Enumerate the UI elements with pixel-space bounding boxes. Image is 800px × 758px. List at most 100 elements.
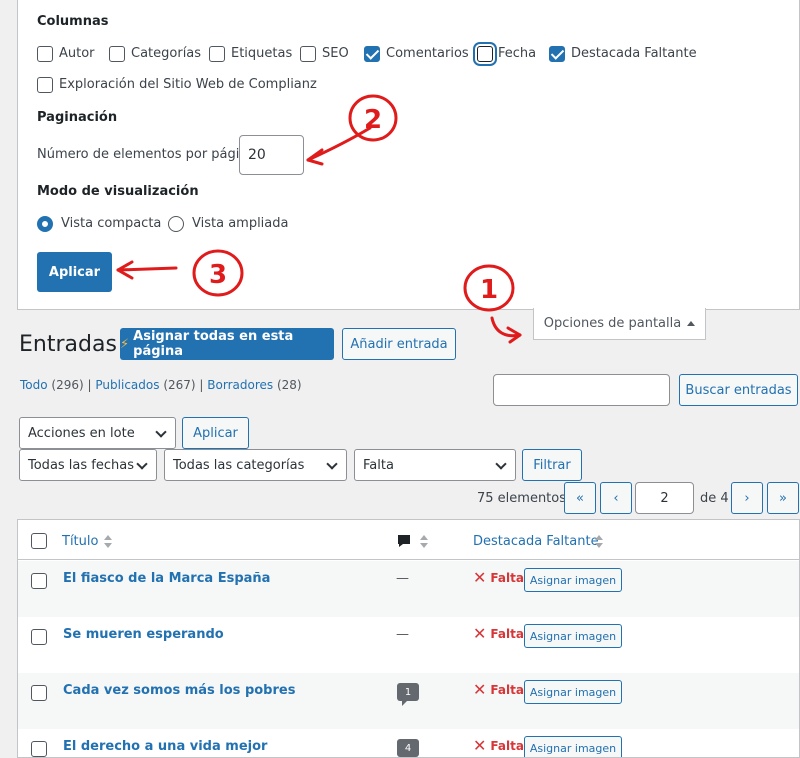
post-title-link[interactable]: Cada vez somos más los pobres <box>63 683 295 698</box>
separator: | <box>87 378 92 392</box>
categories-filter-value: Todas las categorías <box>173 457 305 473</box>
label-compact: Vista compacta <box>61 216 162 231</box>
status-filter-links: Todo (296) | Publicados (267) | Borrador… <box>20 378 302 392</box>
close-icon: ✕ <box>473 624 487 643</box>
screen-options-tab[interactable]: Opciones de pantalla <box>533 308 706 340</box>
missing-status-text: Falta <box>490 627 524 641</box>
missing-status: ✕ Falta <box>473 570 524 586</box>
filter-published-link[interactable]: Publicados <box>95 378 159 392</box>
checkbox-seo[interactable] <box>300 46 316 62</box>
lightning-icon: ⚡ <box>120 336 130 352</box>
row-checkbox[interactable] <box>31 573 47 589</box>
current-page-input[interactable]: 2 <box>635 482 694 514</box>
prev-page-button[interactable]: ‹ <box>600 482 632 514</box>
label-fecha: Fecha <box>498 46 537 61</box>
filter-drafts-link[interactable]: Borradores <box>207 378 273 392</box>
row-checkbox[interactable] <box>31 629 47 645</box>
label-seo: SEO <box>322 46 349 61</box>
close-icon: ✕ <box>473 568 487 587</box>
triangle-up-icon <box>687 321 696 326</box>
filter-all-count: (296) <box>51 378 84 392</box>
first-page-button[interactable]: « <box>564 482 596 514</box>
comments-bubble[interactable]: 4 <box>397 739 419 757</box>
chevron-down-icon <box>136 458 148 470</box>
label-complianz: Exploración del Sitio Web de Complianz <box>59 77 317 92</box>
post-title-link[interactable]: El fiasco de la Marca España <box>63 571 270 586</box>
last-page-button[interactable]: » <box>767 482 799 514</box>
missing-filter-value: Falta <box>363 457 394 473</box>
chevron-down-icon <box>326 458 338 470</box>
select-all-checkbox[interactable] <box>31 533 47 549</box>
row-checkbox[interactable] <box>31 685 47 701</box>
missing-status: ✕ Falta <box>473 682 524 698</box>
search-button[interactable]: Buscar entradas <box>679 374 798 406</box>
label-extended: Vista ampliada <box>192 216 289 231</box>
label-autor: Autor <box>59 46 95 61</box>
screen-options-tab-label: Opciones de pantalla <box>543 316 682 331</box>
label-etiquetas: Etiquetas <box>231 46 293 61</box>
comments-count: — <box>396 627 409 642</box>
screen-options-apply-button[interactable]: Aplicar <box>37 252 112 292</box>
radio-compact[interactable] <box>37 216 53 232</box>
radio-extended[interactable] <box>168 216 184 232</box>
checkbox-etiquetas[interactable] <box>209 46 225 62</box>
label-comentarios: Comentarios <box>386 46 469 61</box>
post-title-link[interactable]: El derecho a una vida mejor <box>63 739 267 754</box>
sort-icon <box>595 535 603 549</box>
bulk-actions-value: Acciones en lote <box>28 425 135 441</box>
label-categorias: Categorías <box>131 46 202 61</box>
posts-table: Título Destacada Faltante El fiasco de l… <box>17 519 800 758</box>
dates-filter-value: Todas las fechas <box>28 457 134 473</box>
column-title-header[interactable]: Título <box>62 534 98 549</box>
search-input[interactable] <box>493 374 670 406</box>
per-page-input[interactable]: 20 <box>239 135 304 175</box>
assign-image-button[interactable]: Asignar imagen <box>524 624 622 648</box>
missing-status-text: Falta <box>490 683 524 697</box>
filter-all-link[interactable]: Todo <box>20 378 48 392</box>
filter-published-count: (267) <box>163 378 196 392</box>
table-header: Título Destacada Faltante <box>18 520 799 560</box>
missing-filter-select[interactable]: Falta <box>354 449 516 481</box>
close-icon: ✕ <box>473 736 487 755</box>
dates-filter-select[interactable]: Todas las fechas <box>19 449 157 481</box>
next-page-button[interactable]: › <box>731 482 763 514</box>
missing-status-text: Falta <box>490 739 524 753</box>
missing-status-text: Falta <box>490 571 524 585</box>
table-row: El fiasco de la Marca España — ✕ Falta As… <box>18 561 799 617</box>
comment-icon[interactable] <box>397 534 411 548</box>
bulk-apply-button[interactable]: Aplicar <box>182 417 249 449</box>
total-pages-label: de 4 <box>700 491 729 506</box>
checkbox-complianz[interactable] <box>37 77 53 93</box>
categories-filter-select[interactable]: Todas las categorías <box>164 449 347 481</box>
assign-image-button[interactable]: Asignar imagen <box>524 568 622 592</box>
table-row: El derecho a una vida mejor 4 ✕ Falta Asi… <box>18 729 799 757</box>
row-checkbox[interactable] <box>31 741 47 757</box>
missing-status: ✕ Falta <box>473 738 524 754</box>
comments-count: — <box>396 571 409 586</box>
page-title: Entradas <box>19 332 117 357</box>
assign-image-button[interactable]: Asignar imagen <box>524 736 622 757</box>
checkbox-destacada-faltante[interactable] <box>549 46 565 62</box>
chevron-down-icon <box>495 458 507 470</box>
checkbox-autor[interactable] <box>37 46 53 62</box>
checkbox-categorias[interactable] <box>109 46 125 62</box>
column-featured-header[interactable]: Destacada Faltante <box>473 534 599 549</box>
chevron-down-icon <box>155 426 167 438</box>
filter-drafts-count: (28) <box>276 378 302 392</box>
assign-image-button[interactable]: Asignar imagen <box>524 680 622 704</box>
sort-icon <box>420 535 428 549</box>
bulk-actions-select[interactable]: Acciones en lote <box>19 417 176 449</box>
view-mode-legend: Modo de visualización <box>37 184 199 199</box>
label-destacada-faltante: Destacada Faltante <box>571 46 697 61</box>
checkbox-comentarios[interactable] <box>364 46 380 62</box>
checkbox-fecha[interactable] <box>477 46 493 62</box>
comments-bubble[interactable]: 1 <box>397 683 419 706</box>
add-new-button[interactable]: Añadir entrada <box>342 328 456 360</box>
per-page-label: Número de elementos por página: <box>37 147 260 162</box>
missing-status: ✕ Falta <box>473 626 524 642</box>
assign-all-button[interactable]: ⚡ Asignar todas en esta página <box>120 328 334 360</box>
table-row: Cada vez somos más los pobres 1 ✕ Falta A… <box>18 673 799 729</box>
filter-button[interactable]: Filtrar <box>522 449 582 481</box>
annotation-arrow-1 <box>490 316 522 338</box>
post-title-link[interactable]: Se mueren esperando <box>63 627 224 642</box>
